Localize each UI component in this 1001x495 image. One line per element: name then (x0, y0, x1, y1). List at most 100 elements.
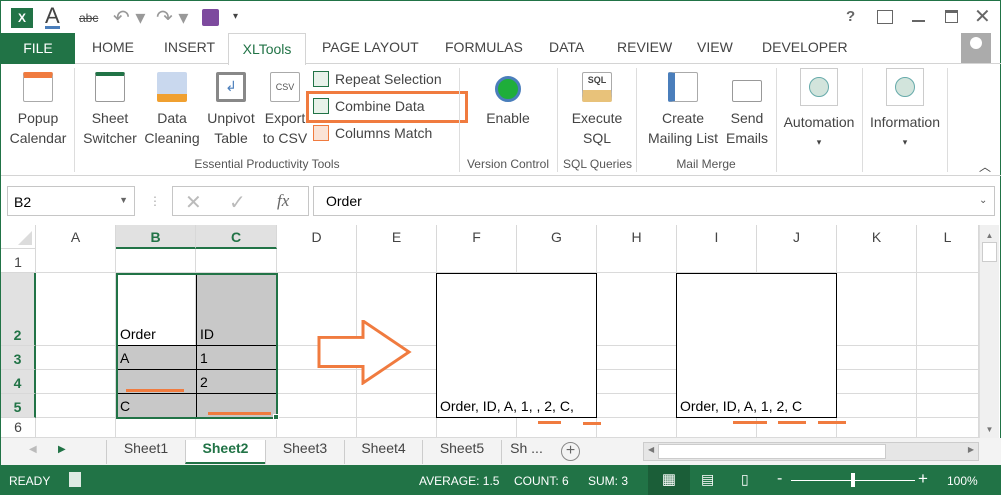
sheet-tab-1[interactable]: Sheet1 (106, 440, 185, 464)
column-header-h[interactable]: H (597, 225, 677, 249)
title-bar: X A abc ↶ ▾ ↷ ▾ ▾ ? ✕ (1, 0, 1001, 33)
enter-icon[interactable]: ✓ (229, 190, 246, 215)
export-csv-button[interactable]: CSV Export to CSV (259, 72, 311, 148)
page-layout-view-icon[interactable]: ▤ (701, 471, 714, 488)
close-icon[interactable]: ✕ (974, 4, 991, 29)
tab-review[interactable]: REVIEW (617, 39, 672, 55)
clock-icon (495, 76, 521, 102)
column-header-k[interactable]: K (837, 225, 917, 249)
cancel-icon[interactable]: ✕ (185, 190, 202, 215)
zoom-in-button[interactable]: + (918, 469, 928, 489)
row-header-4[interactable]: 4 (1, 370, 36, 394)
maximize-icon[interactable] (945, 10, 958, 23)
row-header-1[interactable]: 1 (1, 249, 36, 273)
popup-calendar-button[interactable]: Popup Calendar (5, 72, 71, 148)
prev-sheet-icon[interactable]: ◀ (29, 444, 37, 455)
ribbon-display-icon[interactable] (877, 10, 893, 24)
horizontal-scrollbar[interactable]: ◀ ▶ (643, 442, 979, 461)
sheet-switcher-button[interactable]: Sheet Switcher (79, 72, 141, 148)
new-sheet-button[interactable]: + (561, 442, 580, 461)
column-header-f[interactable]: F (437, 225, 517, 249)
cell-c3[interactable]: 1 (200, 350, 208, 366)
sheet-tab-4[interactable]: Sheet4 (344, 440, 422, 464)
selection-outline[interactable] (116, 273, 278, 419)
tab-developer[interactable]: DEVELOPER (762, 39, 848, 55)
tab-data[interactable]: DATA (549, 39, 584, 55)
cell-f5[interactable]: Order, ID, A, 1, , 2, C, (440, 398, 574, 414)
send-emails-button[interactable]: Send Emails (723, 72, 771, 148)
merged-cell-f2[interactable] (436, 273, 597, 418)
formula-input[interactable]: Order (313, 186, 995, 216)
cell-b2[interactable]: Order (120, 326, 156, 342)
automation-button[interactable]: Automation ▾ (777, 68, 861, 152)
column-header-l[interactable]: L (917, 225, 979, 249)
columns-match-icon (313, 125, 329, 141)
data-cleaning-button[interactable]: Data Cleaning (141, 72, 203, 148)
customize-qat-icon[interactable]: ▾ (233, 11, 238, 22)
row-header-2[interactable]: 2 (1, 273, 36, 346)
column-header-a[interactable]: A (36, 225, 116, 249)
repeat-selection-button[interactable]: Repeat Selection (313, 71, 442, 87)
fill-handle[interactable] (273, 414, 279, 420)
cell-c4[interactable]: 2 (200, 374, 208, 390)
column-header-j[interactable]: J (757, 225, 837, 249)
vertical-scrollbar[interactable]: ▲ ▼ (979, 225, 999, 438)
column-header-g[interactable]: G (517, 225, 597, 249)
page-break-view-icon[interactable]: ▯ (741, 471, 749, 488)
tab-file[interactable]: FILE (1, 33, 75, 64)
information-button[interactable]: Information ▾ (863, 68, 947, 152)
scroll-thumb[interactable] (658, 444, 886, 459)
unpivot-table-button[interactable]: ↲ Unpivot Table (203, 72, 259, 148)
cell-c2[interactable]: ID (200, 326, 214, 342)
sheet-tab-3[interactable]: Sheet3 (265, 440, 344, 464)
formula-buttons: ✕ ✓ fx (172, 186, 309, 216)
column-header-b[interactable]: B (116, 225, 196, 249)
zoom-level[interactable]: 100% (947, 474, 978, 488)
tab-xltools[interactable]: XLTools (228, 33, 306, 65)
scroll-thumb[interactable] (982, 242, 997, 262)
tab-view[interactable]: VIEW (697, 39, 733, 55)
name-box[interactable]: B2 ▼ (7, 186, 135, 216)
create-mailing-list-button[interactable]: Create Mailing List (639, 72, 727, 148)
macro-record-icon[interactable] (69, 472, 81, 487)
help-icon[interactable]: ? (846, 8, 855, 25)
sheet-tab-2[interactable]: Sheet2 (185, 440, 265, 464)
zoom-out-button[interactable]: - (777, 470, 782, 488)
sheet-tab-5[interactable]: Sheet5 (422, 440, 501, 464)
minimize-icon[interactable] (912, 20, 925, 22)
tab-insert[interactable]: INSERT (164, 39, 215, 55)
zoom-slider-thumb[interactable] (851, 473, 855, 487)
enable-button[interactable]: Enable (463, 76, 553, 128)
row-header-3[interactable]: 3 (1, 346, 36, 370)
execute-sql-button[interactable]: SQL Execute SQL (561, 72, 633, 148)
tab-home[interactable]: HOME (92, 39, 134, 55)
cell-b5[interactable]: C (120, 398, 130, 414)
column-header-c[interactable]: C (196, 225, 277, 249)
column-header-i[interactable]: I (677, 225, 757, 249)
tab-formulas[interactable]: FORMULAS (445, 39, 523, 55)
select-all-corner[interactable] (1, 225, 36, 249)
empty-value-marker (583, 422, 601, 425)
row-header-6[interactable]: 6 (1, 418, 36, 438)
tab-page-layout[interactable]: PAGE LAYOUT (322, 39, 419, 55)
expand-formula-icon[interactable]: ⌄ (979, 195, 987, 206)
account-avatar[interactable] (961, 33, 991, 63)
row-header-5[interactable]: 5 (1, 394, 36, 418)
font-color-icon[interactable]: A (45, 3, 60, 29)
redo-icon[interactable]: ↷ ▾ (156, 5, 188, 30)
collapse-ribbon-icon[interactable]: ︿ (979, 158, 991, 175)
normal-view-icon[interactable]: ▦ (648, 465, 690, 495)
column-header-d[interactable]: D (277, 225, 357, 249)
cell-b3[interactable]: A (120, 350, 129, 366)
undo-icon[interactable]: ↶ ▾ (113, 5, 145, 30)
column-header-e[interactable]: E (357, 225, 437, 249)
strikethrough-icon[interactable]: abc (79, 11, 98, 25)
columns-match-button[interactable]: Columns Match (313, 125, 432, 141)
sheet-tab-6[interactable]: Sh ... (501, 440, 551, 464)
cell-i5[interactable]: Order, ID, A, 1, 2, C (680, 398, 802, 414)
next-sheet-icon[interactable]: ▶ (58, 444, 66, 455)
drag-handle-icon[interactable]: ⋮ (149, 194, 161, 208)
save-icon[interactable] (202, 9, 219, 26)
merged-cell-i2[interactable] (676, 273, 837, 418)
insert-function-icon[interactable]: fx (277, 191, 289, 211)
